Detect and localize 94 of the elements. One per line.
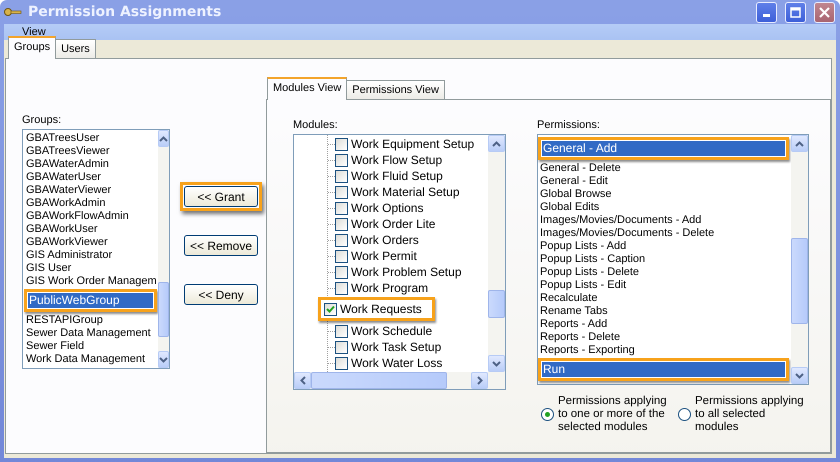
tree-item[interactable]: Work Options xyxy=(326,200,488,216)
list-item[interactable]: GBAWaterAdmin xyxy=(24,158,157,171)
tab[interactable]: Modules View xyxy=(267,77,348,100)
groups-list[interactable] xyxy=(22,129,170,369)
list-item[interactable]: Run xyxy=(538,358,789,381)
list-item[interactable]: RESTAPIGroup xyxy=(24,314,157,327)
list-item[interactable]: GIS Administrator xyxy=(24,249,157,262)
groups-label: Groups: xyxy=(22,114,62,126)
list-item[interactable]: Images/Movies/Documents - Delete xyxy=(538,227,789,240)
tree-item[interactable]: Work Water Loss xyxy=(326,355,488,371)
list-item[interactable]: GIS Work Order Managem xyxy=(24,275,157,288)
action-button[interactable]: << Deny xyxy=(184,284,258,305)
checkbox[interactable] xyxy=(335,154,348,166)
checkbox[interactable] xyxy=(335,282,348,294)
checkbox[interactable] xyxy=(335,324,348,338)
list-item[interactable]: Images/Movies/Documents - Add xyxy=(538,214,789,227)
list-item[interactable]: Rename Tabs xyxy=(538,305,789,318)
minimize-button[interactable] xyxy=(756,2,777,22)
list-item[interactable]: Reports - Exporting xyxy=(538,344,789,357)
modules-tree[interactable] xyxy=(293,134,506,390)
tree-item[interactable]: Work Task Setup xyxy=(326,339,488,355)
tree-item[interactable]: Work Permit xyxy=(326,248,488,264)
list-item[interactable]: GBATreesViewer xyxy=(24,145,157,158)
list-item[interactable]: General - Add xyxy=(538,137,789,160)
tree-item[interactable]: Work Equipment Setup xyxy=(326,136,488,152)
list-item[interactable]: Global Edits xyxy=(538,201,789,214)
list-item[interactable]: GBAWorkUser xyxy=(24,223,157,236)
list-item[interactable]: General - Delete xyxy=(538,162,789,175)
list-item[interactable]: Global Browse xyxy=(538,188,789,201)
permissions-list[interactable] xyxy=(537,134,809,385)
checkbox[interactable] xyxy=(335,186,348,198)
checkbox[interactable] xyxy=(335,266,348,278)
checkbox[interactable] xyxy=(335,218,348,230)
tree-item[interactable]: Work Fluid Setup xyxy=(326,168,488,184)
list-item[interactable]: Sewer Field xyxy=(24,340,157,353)
list-item[interactable]: Recalculate xyxy=(538,292,789,305)
checkbox[interactable] xyxy=(335,234,348,246)
checkbox[interactable] xyxy=(335,340,348,354)
tree-item[interactable]: Work Schedule xyxy=(326,323,488,339)
list-item[interactable]: GBAWorkAdmin xyxy=(24,197,157,210)
tab[interactable]: Permissions View xyxy=(346,80,445,99)
option-label: Permissions applying to all selected modules xyxy=(695,395,805,434)
scroll-thumb[interactable] xyxy=(488,290,505,318)
list-item[interactable]: GBAWorkViewer xyxy=(24,236,157,249)
permissions-label: Permissions: xyxy=(537,119,601,131)
maximize-button[interactable] xyxy=(785,2,806,22)
tab[interactable]: Groups xyxy=(8,36,56,59)
list-item[interactable]: Popup Lists - Add xyxy=(538,240,789,253)
tree-item[interactable]: Work Order Lite xyxy=(326,216,488,232)
list-item[interactable]: GIS User xyxy=(24,262,157,275)
list-item[interactable]: Popup Lists - Caption xyxy=(538,253,789,266)
radio-button[interactable] xyxy=(541,408,554,421)
maximize-icon[interactable] xyxy=(790,6,801,18)
tree-item[interactable]: Work Orders xyxy=(326,232,488,248)
checkbox[interactable] xyxy=(324,302,337,316)
option-label: Permissions applying to one or more of the selected modules xyxy=(558,395,668,434)
list-item[interactable]: GBAWaterUser xyxy=(24,171,157,184)
list-item[interactable]: Sewer Data Management xyxy=(24,327,157,340)
checkbox[interactable] xyxy=(335,250,348,262)
list-item[interactable]: Work Data Management xyxy=(24,353,157,366)
vertical-scrollbar[interactable] xyxy=(488,135,505,372)
tree-item[interactable]: Work Flow Setup xyxy=(326,152,488,168)
action-button[interactable]: << Remove xyxy=(184,235,258,256)
list-item[interactable]: GBAWaterViewer xyxy=(24,184,157,197)
list-item[interactable]: PublicWebGroup xyxy=(24,289,157,312)
scroll-thumb[interactable] xyxy=(311,372,447,389)
list-item[interactable]: Reports - Delete xyxy=(538,331,789,344)
scroll-thumb[interactable] xyxy=(158,282,169,337)
list-item[interactable]: General - Edit xyxy=(538,175,789,188)
scroll-thumb[interactable] xyxy=(791,238,808,324)
list-item[interactable]: Popup Lists - Delete xyxy=(538,266,789,279)
tree-item[interactable]: Work Material Setup xyxy=(326,184,488,200)
radio-button[interactable] xyxy=(678,408,691,421)
tab[interactable]: Users xyxy=(55,39,96,58)
list-item[interactable]: GBATreesUser xyxy=(24,132,157,145)
action-button[interactable]: << Grant xyxy=(184,186,258,207)
modules-label: Modules: xyxy=(293,119,339,131)
tree-item[interactable]: Work Problem Setup xyxy=(326,264,488,280)
checkbox[interactable] xyxy=(335,202,348,214)
close-icon[interactable] xyxy=(819,6,830,18)
key-icon xyxy=(4,7,22,17)
checkbox[interactable] xyxy=(335,138,348,150)
tree-item[interactable]: Work Program xyxy=(326,280,488,296)
list-item[interactable]: Popup Lists - Edit xyxy=(538,279,789,292)
horizontal-scrollbar[interactable] xyxy=(294,372,505,389)
list-item[interactable]: GBAWorkFlowAdmin xyxy=(24,210,157,223)
window-title: Permission Assignments xyxy=(28,4,222,20)
vertical-scrollbar[interactable] xyxy=(791,135,808,384)
vertical-scrollbar[interactable] xyxy=(158,130,169,368)
checkbox[interactable] xyxy=(335,170,348,182)
tree-item[interactable]: Work Requests xyxy=(318,297,435,321)
list-item[interactable]: Reports - Add xyxy=(538,318,789,331)
close-button[interactable] xyxy=(814,2,835,22)
checkbox[interactable] xyxy=(335,356,348,370)
